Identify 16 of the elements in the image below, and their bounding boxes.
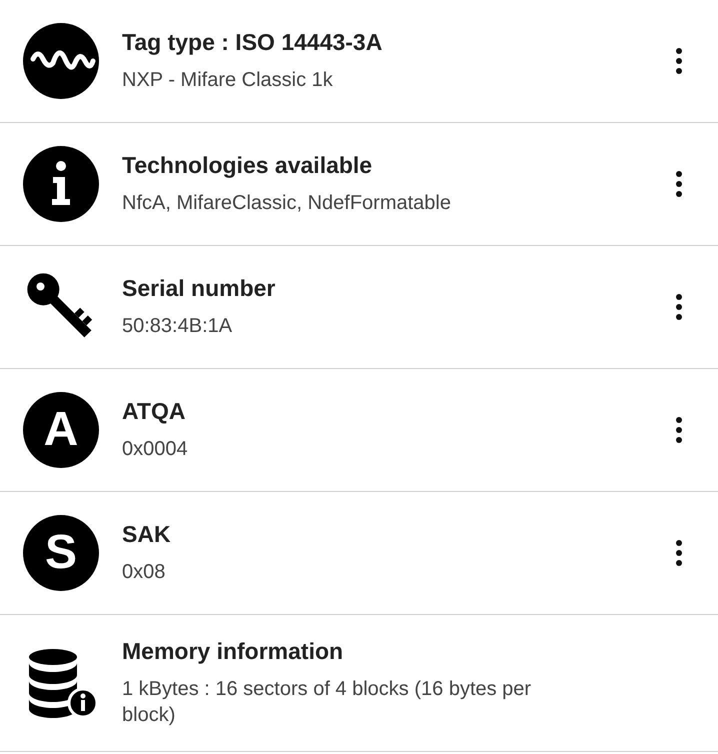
letter-icon: S [23,515,99,591]
item-value: 0x0004 [122,436,189,462]
item-title: Technologies available [122,152,374,180]
wave-icon [23,23,99,99]
item-value: 0x08 [122,560,166,585]
item-title: Serial number [122,275,276,303]
item-value: 1 kBytes : 16 sectors of 4 blocks (16 bytes per block) [122,676,532,728]
item-value: 50:83:4B:1A [122,314,234,339]
item-value: NfcA, MifareClassic, NdefFormatable [122,190,452,216]
info-icon [23,146,99,222]
item-title: SAK [122,521,172,549]
item-title: Memory information [122,638,344,666]
item-title: Tag type : ISO 14443-3A [122,29,384,57]
item-value: NXP - Mifare Classic 1k [122,68,334,93]
letter-icon: A [23,392,99,468]
item-title: ATQA [122,398,186,426]
